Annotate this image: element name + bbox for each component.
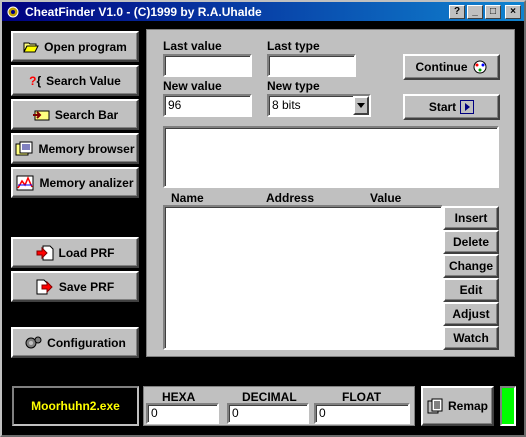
settings-icon (24, 335, 42, 351)
configuration-button[interactable]: Configuration (11, 327, 139, 358)
remap-button[interactable]: Remap (421, 386, 494, 426)
new-value-label: New value (163, 79, 222, 93)
memory-browser-label: Memory browser (38, 141, 135, 156)
message-box (163, 126, 499, 188)
open-program-label: Open program (44, 39, 127, 54)
last-value-label: Last value (163, 39, 222, 53)
memory-browser-icon (15, 141, 33, 157)
memory-browser-button[interactable]: Memory browser (11, 133, 139, 164)
start-button[interactable]: Start (403, 94, 500, 120)
configuration-label: Configuration (47, 335, 126, 350)
results-list[interactable] (163, 205, 443, 350)
folder-open-icon (23, 41, 39, 53)
adjust-button[interactable]: Adjust (443, 302, 499, 326)
start-label: Start (428, 100, 457, 114)
memory-analizer-button[interactable]: Memory analizer (11, 167, 139, 198)
search-bar-button[interactable]: Search Bar (11, 99, 139, 130)
search-value-icon: ?{ (29, 73, 42, 88)
load-file-icon (36, 245, 54, 261)
float-field[interactable]: 0 (314, 403, 410, 424)
hexa-label: HEXA (162, 390, 196, 404)
chart-icon (16, 175, 34, 191)
dropdown-arrow-icon[interactable] (353, 96, 369, 115)
title-bar: CheatFinder V1.0 - (C)1999 by R.A.Uhalde… (2, 2, 524, 21)
delete-button[interactable]: Delete (443, 230, 499, 254)
process-name: Moorhuhn2.exe (12, 386, 139, 426)
remap-label: Remap (447, 399, 488, 413)
last-type-label: Last type (267, 39, 320, 53)
maximize-button[interactable]: □ (485, 4, 501, 19)
help-button[interactable]: ? (449, 4, 465, 19)
play-icon (460, 100, 475, 114)
new-value-input[interactable]: 96 (163, 94, 252, 117)
float-label: FLOAT (342, 390, 382, 404)
last-value-field[interactable] (163, 54, 252, 77)
column-header-value[interactable]: Value (370, 191, 401, 205)
minimize-button[interactable]: _ (467, 4, 483, 19)
last-type-field[interactable] (267, 54, 356, 77)
decimal-field[interactable]: 0 (227, 403, 309, 424)
hexa-field[interactable]: 0 (146, 403, 219, 424)
load-prf-label: Load PRF (58, 245, 115, 260)
load-prf-button[interactable]: Load PRF (11, 237, 139, 268)
search-bar-label: Search Bar (54, 107, 119, 122)
search-value-label: Search Value (46, 73, 121, 88)
memory-analizer-label: Memory analizer (39, 175, 134, 190)
continue-button[interactable]: Continue (403, 54, 500, 80)
change-button[interactable]: Change (443, 254, 499, 278)
open-program-button[interactable]: Open program (11, 31, 139, 62)
remap-icon (427, 398, 443, 414)
status-indicator (500, 386, 516, 426)
continue-icon (472, 60, 488, 74)
save-prf-button[interactable]: Save PRF (11, 271, 139, 302)
new-type-value: 8 bits (272, 98, 301, 112)
continue-label: Continue (415, 60, 468, 74)
save-prf-label: Save PRF (58, 279, 115, 294)
gear-icon (5, 4, 21, 20)
new-type-select[interactable]: 8 bits (267, 94, 371, 117)
column-header-name[interactable]: Name (171, 191, 204, 205)
edit-button[interactable]: Edit (443, 278, 499, 302)
save-file-icon (36, 279, 54, 295)
column-header-address[interactable]: Address (266, 191, 314, 205)
new-type-label: New type (267, 79, 320, 93)
search-bar-icon (32, 108, 50, 122)
close-button[interactable]: × (505, 4, 521, 19)
insert-button[interactable]: Insert (443, 206, 499, 230)
search-value-button[interactable]: ?{ Search Value (11, 65, 139, 96)
decimal-label: DECIMAL (242, 390, 297, 404)
window-title: CheatFinder V1.0 - (C)1999 by R.A.Uhalde (25, 4, 262, 19)
watch-button[interactable]: Watch (443, 326, 499, 350)
